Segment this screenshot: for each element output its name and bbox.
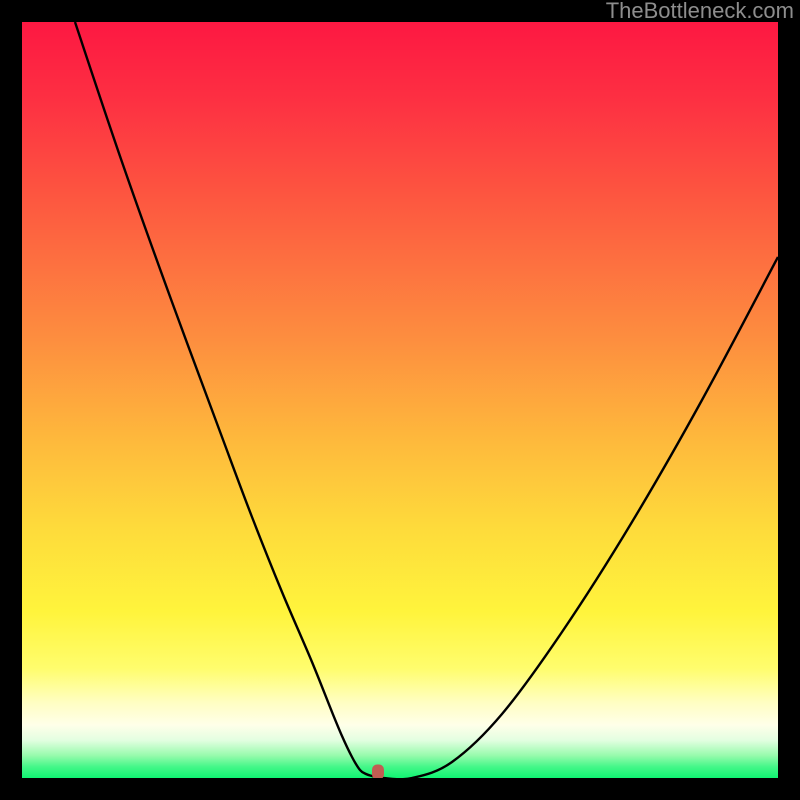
curve-svg (22, 22, 778, 778)
watermark-text: TheBottleneck.com (606, 0, 794, 22)
marker-dot (372, 765, 384, 779)
chart-frame: TheBottleneck.com (0, 0, 800, 800)
bottleneck-curve (75, 22, 778, 778)
plot-area (22, 22, 778, 778)
